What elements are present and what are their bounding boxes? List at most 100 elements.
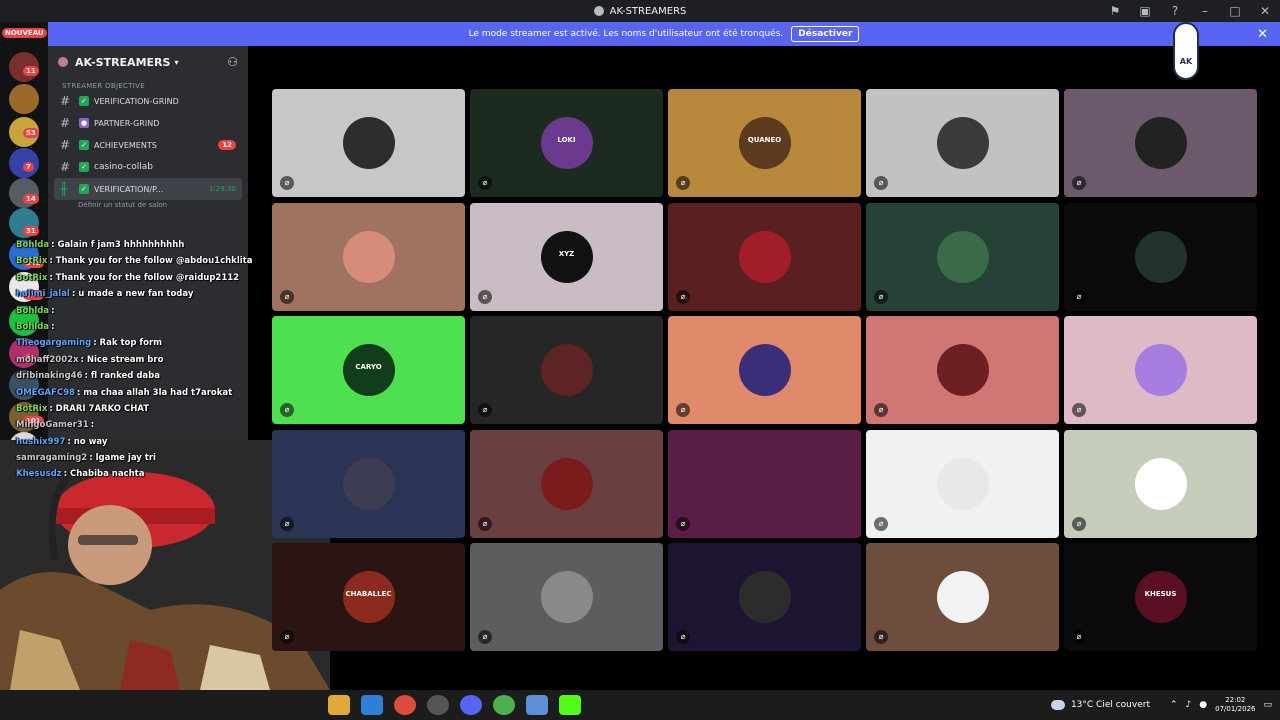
- participant-tile[interactable]: QUANEO ⌀: [668, 89, 861, 197]
- participant-tile[interactable]: ⌀: [272, 89, 465, 197]
- close-icon[interactable]: ✕: [1257, 27, 1268, 42]
- set-status-link[interactable]: Définir un statut de salon: [48, 200, 248, 209]
- category-label[interactable]: STREAMER OBJECTIVE: [48, 78, 248, 90]
- muted-mic-icon: ⌀: [478, 630, 492, 644]
- participant-tile[interactable]: ⌀: [1064, 89, 1257, 197]
- chrome-profile-icon[interactable]: [493, 695, 515, 715]
- speaker-icon[interactable]: ♪: [1186, 700, 1192, 710]
- participant-tile[interactable]: ⌀: [668, 543, 861, 651]
- participant-tile[interactable]: ⌀: [272, 202, 465, 311]
- participant-avatar: [738, 344, 791, 396]
- inbox-icon[interactable]: ⚑: [1100, 4, 1130, 18]
- chat-text: : Nice stream bro: [80, 354, 164, 365]
- clock[interactable]: 22:02 07/01/2026: [1215, 696, 1255, 714]
- participant-tile[interactable]: ⌀: [1064, 429, 1257, 538]
- server-icon[interactable]: [9, 84, 39, 114]
- chat-message: Bohlda: Galain f jam3 hhhhhhhhhh: [16, 240, 266, 256]
- chat-message: BotRix: Thank you for the follow @raidup…: [16, 273, 266, 289]
- chat-text: : Thank you for the follow @abdou1chklit…: [49, 256, 253, 267]
- discord-icon[interactable]: [460, 695, 482, 715]
- discord-window: AK-STREAMERS ⚑ ▣ ? – □ ✕ Le mode streame…: [0, 0, 1280, 720]
- help-icon[interactable]: ?: [1160, 4, 1190, 18]
- unread-badge: 7: [23, 162, 34, 172]
- participant-tile[interactable]: CHABALLEC ⌀: [272, 543, 465, 651]
- chat-text: : ma chaa allah 3la had t7arokat: [76, 387, 233, 398]
- muted-mic-icon: ⌀: [478, 516, 492, 531]
- participant-avatar: [540, 571, 593, 623]
- participant-avatar: [342, 230, 395, 283]
- participant-tile[interactable]: ⌀: [866, 89, 1059, 197]
- disable-streamer-button[interactable]: Désactiver: [791, 26, 860, 42]
- file-explorer-icon[interactable]: [328, 695, 350, 715]
- voice-icon: ╫: [60, 182, 68, 196]
- chat-text: : no way: [67, 436, 108, 447]
- chat-message: halimi_jalal: u made a new fan today: [16, 289, 266, 305]
- chat-username: hushix997: [16, 436, 66, 447]
- participant-tile[interactable]: ⌀: [866, 543, 1059, 651]
- server-name: AK-STREAMERS: [75, 55, 171, 69]
- chat-username: Bohlda: [16, 240, 50, 250]
- participant-tile[interactable]: ⌀: [272, 429, 465, 538]
- participant-tile[interactable]: XYZ ⌀: [470, 202, 663, 311]
- participant-tile[interactable]: CARYO ⌀: [272, 316, 465, 424]
- channel-item[interactable]: # ● PARTNER-GRIND: [54, 112, 242, 134]
- participant-tile[interactable]: KHESUS ⌀: [1064, 543, 1257, 651]
- muted-mic-icon: ⌀: [874, 289, 888, 304]
- check-icon: ✓: [79, 184, 89, 194]
- title-bar-controls: ⚑ ▣ ? – □ ✕: [1100, 0, 1280, 22]
- participant-tile[interactable]: ⌀: [668, 316, 861, 424]
- muted-mic-icon: ⌀: [874, 176, 888, 190]
- obs-icon[interactable]: [427, 695, 449, 715]
- participant-avatar: [540, 344, 593, 396]
- participant-avatar: [738, 230, 791, 283]
- close-window-button[interactable]: ✕: [1250, 4, 1280, 18]
- hash-icon: #: [60, 160, 71, 174]
- muted-mic-icon: ⌀: [478, 403, 492, 417]
- channel-item[interactable]: # ✓ VERIFICATION-GRIND: [54, 90, 242, 112]
- new-badge: NOUVEAU: [2, 28, 47, 38]
- chrome-icon[interactable]: [394, 695, 416, 715]
- chat-text: : DRARI 7ARKO CHAT: [49, 403, 150, 414]
- partner-icon: ●: [79, 118, 89, 128]
- muted-mic-icon: ⌀: [874, 403, 888, 417]
- chat-text: : Galain f jam3 hhhhhhhhhh: [51, 240, 185, 250]
- server-header[interactable]: AK-STREAMERS ▾ ⚇: [48, 46, 248, 78]
- chat-message: BotRix: DRARI 7ARKO CHAT: [16, 404, 266, 420]
- participant-tile[interactable]: ⌀: [866, 202, 1059, 311]
- invite-icon[interactable]: ⚇: [227, 55, 238, 69]
- participant-tile[interactable]: ⌀: [668, 202, 861, 311]
- outlook-icon[interactable]: [361, 695, 383, 715]
- channel-item[interactable]: # ✓ casino-collab: [54, 156, 242, 178]
- participant-tile[interactable]: ⌀: [470, 543, 663, 651]
- participant-tile[interactable]: ⌀: [668, 429, 861, 538]
- screen-icon[interactable]: ▣: [1130, 4, 1160, 18]
- logo-text: AK: [1179, 57, 1193, 66]
- participant-tile[interactable]: ⌀: [866, 316, 1059, 424]
- avatar-label: CARYO: [355, 363, 382, 371]
- channel-item-active[interactable]: ╫ ✓ VERIFICATION/P... 1:29:30: [54, 178, 242, 200]
- maximize-button[interactable]: □: [1220, 4, 1250, 18]
- participant-avatar: [342, 117, 395, 169]
- chevron-up-icon[interactable]: ⌃: [1170, 700, 1178, 710]
- participant-tile[interactable]: LOKI ⌀: [470, 89, 663, 197]
- chat-username: MingoGamer31: [16, 420, 89, 431]
- kick-icon[interactable]: [559, 695, 581, 715]
- participant-tile[interactable]: ⌀: [470, 429, 663, 538]
- app-icon[interactable]: [526, 695, 548, 715]
- notification-icon[interactable]: ▭: [1263, 700, 1272, 710]
- participant-avatar: [936, 230, 989, 283]
- participant-tile[interactable]: ⌀: [1064, 316, 1257, 424]
- channel-item[interactable]: # ✓ ACHIEVEMENTS 12: [54, 134, 242, 156]
- muted-mic-icon: ⌀: [280, 516, 294, 531]
- participant-tile[interactable]: ⌀: [1064, 202, 1257, 311]
- mic-icon[interactable]: ●: [1199, 700, 1207, 710]
- muted-mic-icon: ⌀: [676, 403, 690, 417]
- chat-text: : Rak top form: [93, 338, 162, 349]
- participant-tile[interactable]: ⌀: [470, 316, 663, 424]
- participant-tile[interactable]: ⌀: [866, 429, 1059, 538]
- minimize-button[interactable]: –: [1190, 4, 1220, 18]
- participant-avatar: [1134, 344, 1187, 396]
- chat-message: mohaff2002x: Nice stream bro: [16, 355, 266, 371]
- weather-text[interactable]: 13°C Ciel couvert: [1071, 700, 1150, 710]
- windows-taskbar: 13°C Ciel couvert ⌃ ♪ ● 22:02 07/01/2026…: [0, 690, 1280, 720]
